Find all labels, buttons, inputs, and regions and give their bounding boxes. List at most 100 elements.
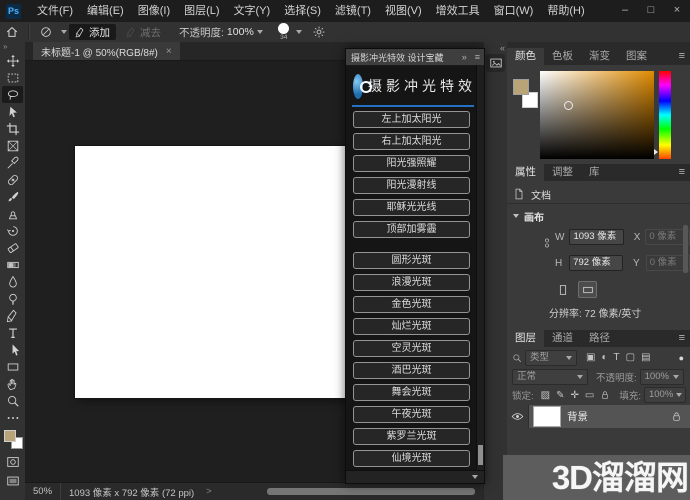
marquee-tool[interactable] [2,69,23,86]
lock-transparency-icon[interactable]: ▨ [541,390,550,401]
collapsed-panel-icon[interactable] [486,54,505,72]
menu-item[interactable]: 窗口(W) [487,1,541,22]
panel-menu-icon[interactable]: ≡ [679,50,685,62]
clone-stamp-tool[interactable] [2,205,23,222]
screen-mode-button[interactable] [2,472,23,489]
menu-item[interactable]: 文件(F) [30,1,80,22]
effects-panel-title[interactable]: 摄影冲光特效 设计宝藏 [346,51,458,64]
opacity-value[interactable]: 100% [227,26,254,38]
color-swatches[interactable] [513,79,539,109]
minimize-button[interactable]: – [612,0,638,21]
panel-menu-icon[interactable]: ≡ [471,52,484,62]
menu-item[interactable]: 图层(L) [177,1,226,22]
subtract-mode-button[interactable]: 减去 [120,24,167,40]
foreground-color-swatch[interactable] [513,79,529,95]
chevron-down-icon[interactable] [296,30,302,34]
healing-brush-tool[interactable] [2,171,23,188]
effect-button[interactable]: 耶稣光光线 [353,199,470,216]
quick-mask-button[interactable] [2,453,23,470]
properties-tab[interactable]: 属性 [507,164,544,181]
frame-tool[interactable] [2,137,23,154]
brush-preview[interactable]: 34 [275,23,293,41]
properties-tab[interactable]: 调整 [544,164,581,181]
lock-position-icon[interactable]: ✛ [570,390,578,401]
effect-button[interactable]: 灿烂光斑 [353,318,470,335]
pen-tool[interactable] [2,307,23,324]
brush-tool[interactable] [2,188,23,205]
effect-button[interactable]: 阳光强照耀 [353,155,470,172]
lock-all-icon[interactable] [600,390,610,401]
color-cursor[interactable] [564,101,573,110]
tool-preset-icon[interactable] [39,25,53,39]
filter-toggle-icon[interactable]: ● [679,353,684,363]
menu-item[interactable]: 帮助(H) [540,1,591,22]
layers-tab[interactable]: 图层 [507,330,544,347]
effect-button[interactable]: 酒巴光斑 [353,362,470,379]
gradient-tool[interactable] [2,256,23,273]
effect-button[interactable]: 圆形光斑 [353,252,470,269]
filter-type-layer-icon[interactable]: T [614,352,620,363]
scrollbar-thumb[interactable] [683,225,688,273]
properties-tab[interactable]: 库 [581,164,608,181]
status-expand-icon[interactable]: > [206,486,212,497]
layer-row[interactable]: 背景 [507,405,690,428]
hue-marker[interactable] [654,149,658,155]
object-selection-tool[interactable] [2,103,23,120]
filter-pixel-layer-icon[interactable]: ▣ [586,352,595,363]
color-tab[interactable]: 色板 [544,48,581,65]
close-button[interactable]: × [664,0,690,21]
lasso-tool[interactable] [2,86,23,103]
effect-button[interactable]: 仙境光斑 [353,450,470,467]
effect-button[interactable]: 右上加太阳光 [353,133,470,150]
blur-tool[interactable] [2,273,23,290]
maximize-button[interactable]: □ [638,0,664,21]
filter-adjustment-layer-icon[interactable]: ◐ [601,352,607,363]
effect-button[interactable]: 空灵光斑 [353,340,470,357]
effect-button[interactable]: 午夜光斑 [353,406,470,423]
zoom-tool[interactable] [2,392,23,409]
canvas[interactable] [75,146,347,398]
home-icon[interactable] [5,25,19,39]
layer-entry[interactable]: 背景 [529,405,690,428]
hand-tool[interactable] [2,375,23,392]
expand-panels-icon[interactable]: « [500,43,505,53]
toolbar-expand-icon[interactable]: » [0,42,25,52]
move-tool[interactable] [2,52,23,69]
type-tool[interactable] [2,324,23,341]
menu-item[interactable]: 图像(I) [131,1,177,22]
effect-button[interactable]: 阳光漫射线 [353,177,470,194]
effect-button[interactable]: 左上加太阳光 [353,111,470,128]
height-field[interactable]: 792 像素 [569,255,623,271]
shape-tool[interactable] [2,358,23,375]
menu-item[interactable]: 选择(S) [277,1,328,22]
dodge-tool[interactable] [2,290,23,307]
horizontal-scrollbar[interactable] [267,488,475,495]
layers-tab[interactable]: 路径 [581,330,618,347]
portrait-orientation-button[interactable] [553,281,572,298]
path-selection-tool[interactable] [2,341,23,358]
menu-item[interactable]: 文字(Y) [227,1,278,22]
effect-button[interactable]: 顶部加雾霾 [353,221,470,238]
layer-thumbnail[interactable] [533,406,561,427]
chevron-down-icon[interactable] [61,30,67,34]
menu-item[interactable]: 编辑(E) [80,1,131,22]
chevron-down-icon[interactable] [257,30,263,34]
fill-dropdown[interactable]: 100% [644,387,686,403]
landscape-orientation-button[interactable] [578,281,597,298]
effect-button[interactable]: 舞会光斑 [353,384,470,401]
eraser-tool[interactable] [2,239,23,256]
gear-icon[interactable] [312,25,326,39]
zoom-level-field[interactable]: 50% [25,483,61,500]
color-swatches[interactable] [3,429,23,449]
panel-menu-icon[interactable]: ≡ [679,332,685,344]
menu-item[interactable]: 滤镜(T) [328,1,378,22]
menu-item[interactable]: 视图(V) [378,1,429,22]
hue-slider[interactable] [659,71,671,159]
menu-item[interactable]: 增效工具 [429,1,487,22]
color-tab[interactable]: 图案 [618,48,655,65]
document-tab[interactable]: 未标题-1 @ 50%(RGB/8#) × [33,42,180,60]
crop-tool[interactable] [2,120,23,137]
filter-smart-object-icon[interactable]: ▤ [641,352,650,363]
saturation-brightness-field[interactable] [540,71,654,159]
document-close-icon[interactable]: × [166,46,172,57]
